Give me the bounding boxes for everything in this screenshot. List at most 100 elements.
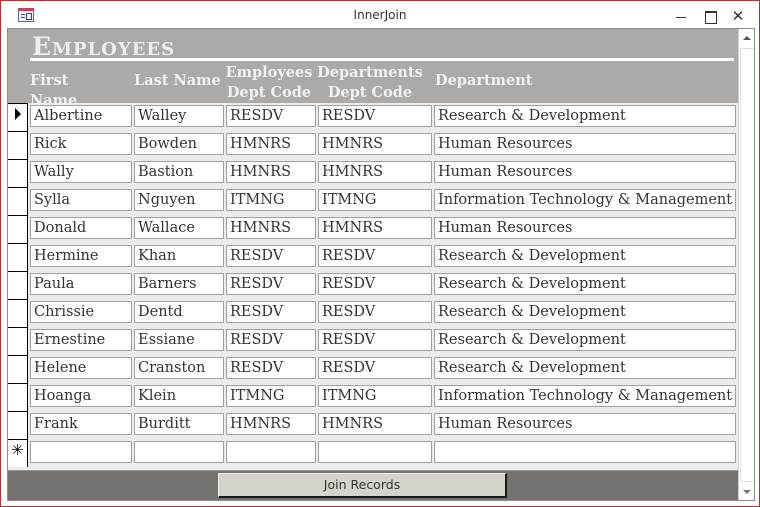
last-name-field[interactable]: Walley xyxy=(134,105,224,127)
department-field[interactable] xyxy=(434,441,736,463)
first-name-field[interactable] xyxy=(30,441,132,463)
record-selector[interactable] xyxy=(8,187,28,215)
employees-dept-code-field[interactable]: RESDV xyxy=(226,245,316,267)
record-selector[interactable] xyxy=(8,383,28,411)
record-selector[interactable] xyxy=(8,103,28,131)
last-name-field[interactable]: Essiane xyxy=(134,329,224,351)
departments-dept-code-field[interactable]: RESDV xyxy=(318,301,432,323)
record-row: Wally Bastion HMNRS HMNRS Human Resources xyxy=(28,159,738,187)
record-row: Hoanga Klein ITMNG ITMNG Information Technol… xyxy=(28,383,738,411)
department-field[interactable]: Research & Development xyxy=(434,329,736,351)
column-header-department: Department xyxy=(435,72,533,89)
first-name-field[interactable]: Wally xyxy=(30,161,132,183)
first-name-field[interactable]: Albertine xyxy=(30,105,132,127)
record-selector[interactable] xyxy=(8,271,28,299)
first-name-field[interactable]: Donald xyxy=(30,217,132,239)
departments-dept-code-field[interactable] xyxy=(318,441,432,463)
departments-dept-code-field[interactable]: ITMNG xyxy=(318,189,432,211)
minimize-button[interactable] xyxy=(665,5,695,27)
departments-dept-code-field[interactable]: HMNRS xyxy=(318,133,432,155)
department-field[interactable]: Human Resources xyxy=(434,413,736,435)
record-selector[interactable] xyxy=(8,243,28,271)
department-field[interactable]: Information Technology & Management xyxy=(434,189,736,211)
current-record-arrow-icon xyxy=(15,108,21,120)
first-name-field[interactable]: Helene xyxy=(30,357,132,379)
employees-dept-code-field[interactable]: RESDV xyxy=(226,105,316,127)
first-name-field[interactable]: Hoanga xyxy=(30,385,132,407)
departments-dept-code-field[interactable]: RESDV xyxy=(318,273,432,295)
departments-dept-code-field[interactable]: RESDV xyxy=(318,357,432,379)
department-field[interactable]: Research & Development xyxy=(434,301,736,323)
departments-dept-code-field[interactable]: HMNRS xyxy=(318,217,432,239)
record-selector[interactable] xyxy=(8,159,28,187)
last-name-field[interactable]: Nguyen xyxy=(134,189,224,211)
form-footer: Join Records xyxy=(8,470,738,500)
join-records-button[interactable]: Join Records xyxy=(218,473,507,498)
first-name-field[interactable]: Hermine xyxy=(30,245,132,267)
first-name-field[interactable]: Sylla xyxy=(30,189,132,211)
last-name-field[interactable]: Dentd xyxy=(134,301,224,323)
employees-dept-code-field[interactable]: HMNRS xyxy=(226,413,316,435)
department-field[interactable]: Research & Development xyxy=(434,273,736,295)
first-name-field[interactable]: Frank xyxy=(30,413,132,435)
employees-dept-code-field[interactable]: RESDV xyxy=(226,329,316,351)
employees-dept-code-field[interactable] xyxy=(226,441,316,463)
department-field[interactable]: Research & Development xyxy=(434,105,736,127)
scroll-up-arrow-icon[interactable] xyxy=(740,31,754,46)
employees-dept-code-field[interactable]: HMNRS xyxy=(226,217,316,239)
last-name-field[interactable] xyxy=(134,441,224,463)
last-name-field[interactable]: Klein xyxy=(134,385,224,407)
department-field[interactable]: Research & Development xyxy=(434,245,736,267)
employees-dept-code-field[interactable]: ITMNG xyxy=(226,189,316,211)
last-name-field[interactable]: Bastion xyxy=(134,161,224,183)
employees-dept-code-field[interactable]: RESDV xyxy=(226,357,316,379)
record-selector[interactable] xyxy=(8,215,28,243)
departments-dept-code-field[interactable]: RESDV xyxy=(318,329,432,351)
record-selector[interactable] xyxy=(8,299,28,327)
scroll-thumb[interactable] xyxy=(740,48,754,482)
department-field[interactable]: Human Resources xyxy=(434,217,736,239)
title-bar: InnerJoin ✕ xyxy=(1,1,759,29)
departments-dept-code-field[interactable]: HMNRS xyxy=(318,413,432,435)
last-name-field[interactable]: Bowden xyxy=(134,133,224,155)
last-name-field[interactable]: Barners xyxy=(134,273,224,295)
department-field[interactable]: Research & Development xyxy=(434,357,736,379)
record-selector[interactable] xyxy=(8,355,28,383)
record-selector[interactable] xyxy=(8,131,28,159)
employees-dept-code-field[interactable]: ITMNG xyxy=(226,385,316,407)
scroll-down-arrow-icon[interactable] xyxy=(740,484,754,499)
last-name-field[interactable]: Wallace xyxy=(134,217,224,239)
first-name-field[interactable]: Chrissie xyxy=(30,301,132,323)
employees-dept-code-field[interactable]: RESDV xyxy=(226,273,316,295)
first-name-field[interactable]: Ernestine xyxy=(30,329,132,351)
employees-dept-code-field[interactable]: RESDV xyxy=(226,301,316,323)
departments-dept-code-field[interactable]: ITMNG xyxy=(318,385,432,407)
new-record-selector[interactable]: ✳ xyxy=(8,439,28,467)
department-field[interactable]: Human Resources xyxy=(434,133,736,155)
maximize-button[interactable] xyxy=(695,5,725,27)
record-row: Frank Burditt HMNRS HMNRS Human Resources xyxy=(28,411,738,439)
record-selector[interactable] xyxy=(8,411,28,439)
new-record-asterisk-icon: ✳ xyxy=(11,441,24,459)
access-form-window: InnerJoin ✕ Employees First Name Last Na… xyxy=(0,0,760,507)
departments-dept-code-field[interactable]: HMNRS xyxy=(318,161,432,183)
record-row: Chrissie Dentd RESDV RESDV Research & Develo… xyxy=(28,299,738,327)
last-name-field[interactable]: Khan xyxy=(134,245,224,267)
vertical-scrollbar[interactable] xyxy=(738,29,754,500)
employees-dept-code-field[interactable]: HMNRS xyxy=(226,161,316,183)
last-name-field[interactable]: Burditt xyxy=(134,413,224,435)
record-row: Donald Wallace HMNRS HMNRS Human Resources xyxy=(28,215,738,243)
record-row: Paula Barners RESDV RESDV Research & Develop… xyxy=(28,271,738,299)
close-button[interactable]: ✕ xyxy=(723,5,753,27)
first-name-field[interactable]: Paula xyxy=(30,273,132,295)
first-name-field[interactable]: Rick xyxy=(30,133,132,155)
department-field[interactable]: Human Resources xyxy=(434,161,736,183)
departments-dept-code-field[interactable]: RESDV xyxy=(318,105,432,127)
departments-dept-code-field[interactable]: RESDV xyxy=(318,245,432,267)
department-field[interactable]: Information Technology & Management xyxy=(434,385,736,407)
last-name-field[interactable]: Cranston xyxy=(134,357,224,379)
record-selector[interactable] xyxy=(8,327,28,355)
new-record-row xyxy=(28,439,738,467)
employees-dept-code-field[interactable]: HMNRS xyxy=(226,133,316,155)
close-icon: ✕ xyxy=(731,7,745,25)
